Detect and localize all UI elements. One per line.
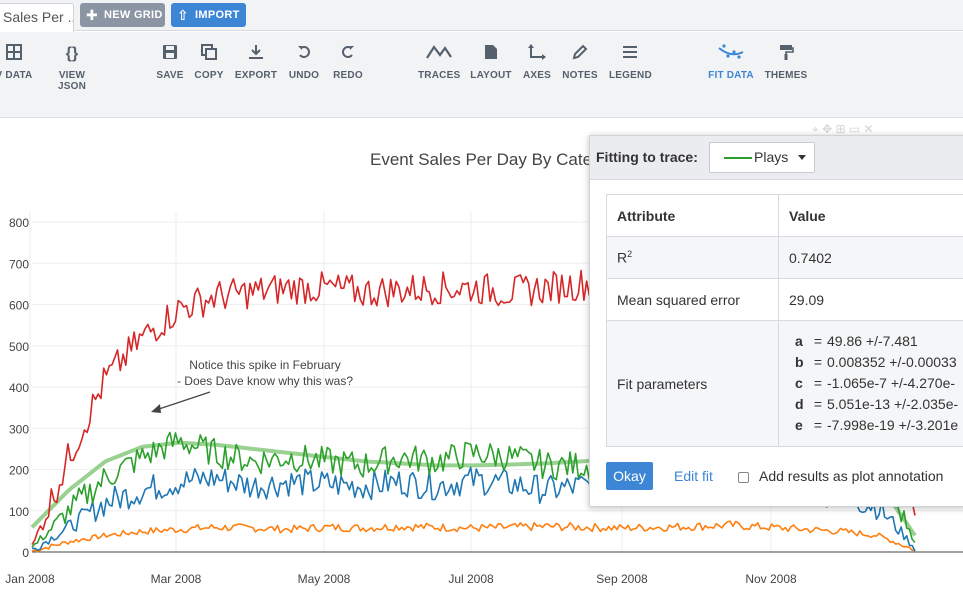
- mse-label: Mean squared error: [606, 278, 779, 321]
- fit-parameters-values: a = 49.86 +/-7.481 b = 0.008352 +/-0.00033 c…: [778, 320, 963, 447]
- param-row: a = 49.86 +/-7.481: [795, 331, 963, 352]
- param-row: e = -7.998e-19 +/-3.201e: [795, 415, 963, 436]
- r2-label: R: [617, 249, 628, 266]
- param-row: b = 0.008352 +/-0.00033: [795, 352, 963, 373]
- x-tick-label: Jan 2008: [5, 572, 55, 586]
- y-tick-label: 800: [9, 216, 29, 230]
- param-name: e: [795, 417, 803, 433]
- caret-down-icon: [798, 155, 806, 160]
- fit-panel-header: Fitting to trace: Plays: [590, 136, 963, 180]
- param-value: -1.065e-7 +/-4.270e-: [827, 375, 956, 391]
- table-row: R2 0.7402: [606, 236, 963, 279]
- add-annotation-label: Add results as plot annotation: [759, 468, 944, 484]
- annotation-arrow-line: [155, 391, 211, 411]
- y-tick-label: 300: [9, 422, 29, 436]
- x-tick-label: Jul 2008: [448, 572, 494, 586]
- y-tick-label: 200: [9, 464, 29, 478]
- fit-parameters-label: Fit parameters: [606, 320, 779, 447]
- y-tick-label: 100: [9, 505, 29, 519]
- param-name: d: [795, 396, 804, 412]
- y-tick-label: 400: [9, 381, 29, 395]
- param-value: 0.008352 +/-0.00033: [827, 354, 957, 370]
- r2-label-cell: R2: [606, 236, 779, 279]
- fit-results-table: Attribute Value R2 0.7402 Mean squared e…: [606, 194, 963, 447]
- y-tick-label: 0: [22, 546, 29, 560]
- param-name: a: [795, 333, 803, 349]
- x-tick-label: Mar 2008: [151, 572, 202, 586]
- trace-selected-value: Plays: [754, 149, 789, 165]
- table-header-row: Attribute Value: [606, 194, 963, 237]
- okay-button[interactable]: Okay: [606, 462, 653, 490]
- column-header-value: Value: [778, 194, 963, 237]
- param-name: c: [795, 375, 803, 391]
- trace-dropdown[interactable]: Plays: [709, 142, 815, 173]
- table-row: Mean squared error 29.09: [606, 278, 963, 321]
- annotation-arrowhead: [151, 404, 161, 413]
- trace-color-swatch: [724, 157, 752, 159]
- chart-annotation[interactable]: Notice this spike in February - Does Dav…: [170, 357, 360, 389]
- param-value: 49.86 +/-7.481: [827, 333, 918, 349]
- app-window: Sales Per ... ✚NEW GRID ⇧IMPORT V DATA {…: [0, 0, 963, 605]
- x-tick-label: Nov 2008: [745, 572, 797, 586]
- table-row: Fit parameters a = 49.86 +/-7.481 b = 0.0083…: [606, 320, 963, 447]
- x-tick-label: May 2008: [298, 572, 351, 586]
- mse-value: 29.09: [778, 278, 963, 321]
- column-header-attribute: Attribute: [606, 194, 779, 237]
- y-tick-label: 700: [9, 257, 29, 271]
- r2-value: 0.7402: [778, 236, 963, 279]
- param-value: 5.051e-13 +/-2.035e-: [827, 396, 959, 412]
- annotation-line-1: Notice this spike in February: [189, 358, 341, 372]
- x-tick-label: Sep 2008: [596, 572, 648, 586]
- y-tick-label: 600: [9, 299, 29, 313]
- param-row: c = -1.065e-7 +/-4.270e-: [795, 373, 963, 394]
- param-value: -7.998e-19 +/-3.201e: [827, 417, 959, 433]
- y-tick-label: 500: [9, 340, 29, 354]
- param-row: d = 5.051e-13 +/-2.035e-: [795, 394, 963, 415]
- fitting-to-trace-label: Fitting to trace:: [596, 149, 698, 165]
- annotation-line-2: - Does Dave know why this was?: [176, 374, 354, 388]
- add-annotation-checkbox[interactable]: [738, 472, 749, 483]
- fit-data-panel: Fitting to trace: Plays Attribute Value …: [589, 135, 963, 507]
- param-name: b: [795, 354, 804, 370]
- r2-superscript: 2: [627, 249, 633, 260]
- chart-title: Event Sales Per Day By Cate: [370, 150, 593, 169]
- edit-fit-link[interactable]: Edit fit: [674, 468, 713, 484]
- series-line-orange: [31, 520, 916, 553]
